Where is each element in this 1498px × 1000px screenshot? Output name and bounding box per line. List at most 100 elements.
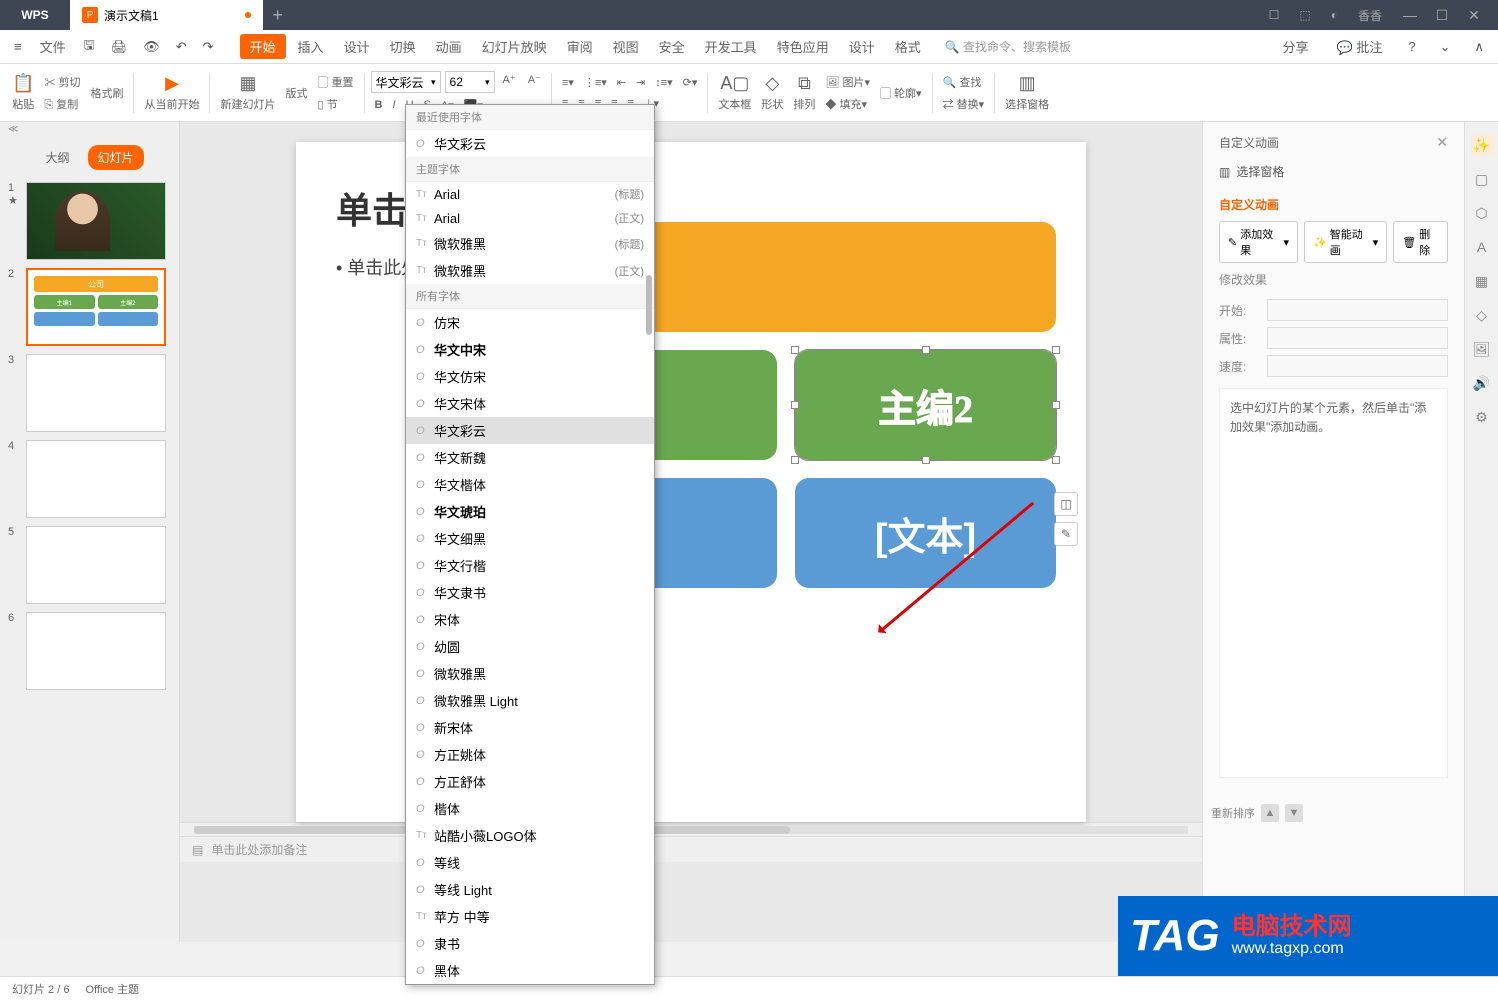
font-item-highlighted[interactable]: O华文彩云	[406, 417, 654, 444]
strip-animation-icon[interactable]: ✨	[1471, 134, 1493, 156]
select-pane-link[interactable]: ▥ 选择窗格	[1211, 155, 1456, 188]
font-item[interactable]: Tᴛ站酷小薇LOGO体	[406, 822, 654, 849]
dropdown-scrollbar[interactable]	[646, 275, 652, 335]
font-item[interactable]: O华文细黑	[406, 525, 654, 552]
font-item[interactable]: O仿宋	[406, 309, 654, 336]
tab-transition[interactable]: 切换	[382, 33, 424, 60]
cut-button[interactable]: ✂ 剪切	[40, 72, 84, 92]
tab-start[interactable]: 开始	[240, 34, 286, 59]
strip-template-icon[interactable]: ▢	[1471, 168, 1493, 190]
paste-group[interactable]: 📋 粘贴	[8, 73, 38, 112]
fill-button[interactable]: ◆ 填充▾	[821, 94, 874, 114]
find-button[interactable]: 🔍 查找	[939, 72, 989, 92]
strip-object-icon[interactable]: ◇	[1471, 304, 1493, 326]
maximize-button[interactable]: ☐	[1430, 3, 1454, 27]
numbering-button[interactable]: ⋮≡▾	[580, 74, 611, 91]
help-icon[interactable]: ?	[1402, 35, 1421, 58]
ribbon-options-icon[interactable]: ∧	[1468, 35, 1490, 59]
font-item[interactable]: O华文行楷	[406, 552, 654, 579]
font-item[interactable]: O华文彩云	[406, 130, 654, 157]
font-item[interactable]: O等线 Light	[406, 876, 654, 903]
user-name[interactable]: 香香	[1354, 3, 1386, 28]
smartart-options-icon[interactable]: ◫	[1054, 492, 1078, 516]
tab-insert[interactable]: 插入	[290, 33, 332, 60]
font-item[interactable]: O微软雅黑 Light	[406, 687, 654, 714]
font-item[interactable]: TᴛArial(标题)	[406, 182, 654, 206]
layout-button[interactable]: 版式	[281, 85, 311, 101]
strip-sound-icon[interactable]: 🔊	[1471, 372, 1493, 394]
italic-button[interactable]: I	[389, 97, 400, 114]
outline-tab[interactable]: 大纲	[35, 145, 79, 170]
share-button[interactable]: 分享	[1275, 33, 1317, 60]
search-box[interactable]: 🔍 查找命令、搜索模板	[945, 38, 1071, 55]
outline-button[interactable]: ▢ 轮廓▾	[876, 83, 926, 103]
font-item[interactable]: O黑体	[406, 957, 654, 984]
tab-slideshow[interactable]: 幻灯片放映	[474, 33, 555, 60]
font-item[interactable]: O华文仿宋	[406, 363, 654, 390]
font-item[interactable]: Tᴛ微软雅黑(标题)	[406, 230, 654, 257]
org-green-box-2-selected[interactable]: 主编2	[795, 350, 1056, 460]
close-button[interactable]: ✕	[1462, 3, 1486, 27]
print-icon[interactable]: 🖨	[105, 35, 134, 59]
bold-button[interactable]: B	[371, 97, 387, 114]
save-icon[interactable]: 🖫	[78, 32, 101, 62]
user-avatar-icon[interactable]: ◐	[1327, 4, 1342, 26]
tab-developer[interactable]: 开发工具	[697, 33, 765, 60]
slide-thumbnail-6[interactable]: 6	[8, 612, 171, 690]
tab-security[interactable]: 安全	[651, 33, 693, 60]
strip-layout-icon[interactable]: ▦	[1471, 270, 1493, 292]
font-item[interactable]: Tᴛ苹方 中等	[406, 903, 654, 930]
font-item[interactable]: O华文琥珀	[406, 498, 654, 525]
font-item[interactable]: O华文中宋	[406, 336, 654, 363]
strip-image-icon[interactable]: 🖼	[1471, 338, 1493, 360]
tab-design[interactable]: 设计	[336, 33, 378, 60]
close-pane-icon[interactable]: ✕	[1436, 134, 1448, 151]
slide-thumbnail-5[interactable]: 5	[8, 526, 171, 604]
org-blue-box-2[interactable]: [文本]	[795, 478, 1056, 588]
tab-review[interactable]: 审阅	[559, 33, 601, 60]
horizontal-scrollbar[interactable]	[180, 822, 1202, 836]
indent-button[interactable]: ⇤	[613, 74, 630, 91]
font-item[interactable]: O华文楷体	[406, 471, 654, 498]
replace-button[interactable]: ⇄ 替换▾	[939, 94, 989, 114]
font-item[interactable]: O方正舒体	[406, 768, 654, 795]
text-direction-button[interactable]: ⟳▾	[679, 74, 702, 91]
panel-collapse-icon[interactable]: ≪	[0, 122, 179, 137]
tab-format[interactable]: 格式	[887, 33, 929, 60]
pictures-button[interactable]: 🖼 图片▾	[821, 72, 874, 92]
delete-effect-button[interactable]: 🗑 删除	[1393, 221, 1448, 263]
app-menu-icon[interactable]: ≡	[8, 35, 28, 58]
move-down-icon[interactable]: ▼	[1285, 804, 1303, 822]
font-item[interactable]: O新宋体	[406, 714, 654, 741]
font-item[interactable]: O幼圆	[406, 633, 654, 660]
select-pane-button[interactable]: ▥选择窗格	[1001, 73, 1053, 112]
tab-animation[interactable]: 动画	[428, 33, 470, 60]
start-select[interactable]	[1267, 299, 1448, 321]
slide-thumbnail-2[interactable]: 2 公司 主编1主编2	[8, 268, 171, 346]
strip-style-icon[interactable]: ⬡	[1471, 202, 1493, 224]
font-item[interactable]: O等线	[406, 849, 654, 876]
font-item[interactable]: O楷体	[406, 795, 654, 822]
slide-thumbnail-3[interactable]: 3	[8, 354, 171, 432]
file-menu[interactable]: 文件	[32, 33, 74, 60]
font-item[interactable]: O隶书	[406, 930, 654, 957]
increase-font-icon[interactable]: A⁺	[499, 71, 520, 93]
tab-design2[interactable]: 设计	[841, 33, 883, 60]
add-effect-button[interactable]: ✎ 添加效果 ▾	[1219, 221, 1298, 263]
text-box-button[interactable]: A▢文本框	[714, 73, 755, 112]
decrease-font-icon[interactable]: A⁻	[524, 71, 545, 93]
tab-list-icon[interactable]: ☐	[1265, 4, 1284, 26]
collapse-ribbon-icon[interactable]: ⌄	[1434, 35, 1457, 59]
property-select[interactable]	[1267, 327, 1448, 349]
arrange-button[interactable]: ⧉排列	[789, 73, 819, 112]
undo-icon[interactable]: ↶	[170, 35, 193, 59]
line-spacing-button[interactable]: ↕≡▾	[651, 74, 676, 91]
tab-view[interactable]: 视图	[605, 33, 647, 60]
gift-icon[interactable]: ⬚	[1295, 4, 1314, 26]
section-button[interactable]: ▯ 节	[313, 94, 357, 114]
font-item[interactable]: O华文宋体	[406, 390, 654, 417]
speed-select[interactable]	[1267, 355, 1448, 377]
reset-button[interactable]: ▢ 重置	[313, 72, 357, 92]
strip-settings-icon[interactable]: ⚙	[1471, 406, 1493, 428]
bullets-button[interactable]: ≡▾	[558, 74, 578, 91]
